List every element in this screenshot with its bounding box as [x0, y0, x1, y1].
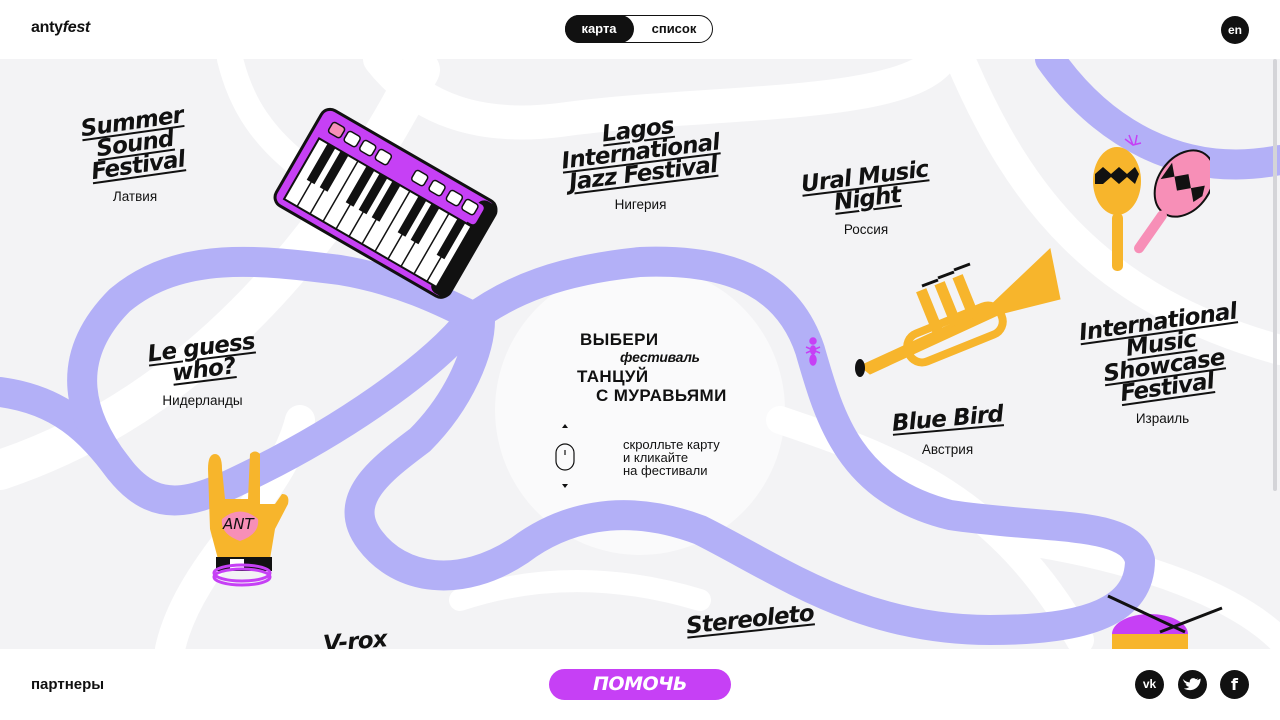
facebook-icon-label: f: [1231, 675, 1238, 694]
festival-name: Ural Music Night: [799, 156, 930, 216]
help-button[interactable]: ПОМОЧЬ: [549, 669, 731, 700]
vk-icon-label: vk: [1142, 677, 1157, 691]
festival-country: Россия: [843, 222, 889, 237]
logo-text-part2: fest: [62, 19, 91, 36]
view-toggle: карта список: [564, 14, 713, 43]
trumpet-illustration: [855, 248, 1061, 377]
vertical-scrollbar[interactable]: [1273, 59, 1277, 491]
festival-name: Summer Sound Festival: [79, 102, 187, 186]
festival-stereoleto[interactable]: Stereoleto: [680, 600, 820, 639]
footer: партнеры ПОМОЧЬ vk f: [0, 649, 1280, 720]
ant-icon: [805, 337, 821, 366]
partners-link[interactable]: партнеры: [31, 676, 104, 693]
maracas-illustration: [1093, 134, 1210, 271]
festival-blue-bird[interactable]: Blue Bird Австрия: [880, 401, 1015, 457]
festival-summer-sound[interactable]: Summer Sound Festival Латвия: [50, 102, 220, 204]
twitter-bird-glyph: [1182, 678, 1201, 691]
festival-name: Le guess who?: [146, 328, 257, 387]
festival-country: Нигерия: [614, 197, 667, 212]
festival-country: Латвия: [112, 189, 158, 204]
tagline-line1: ВЫБЕРИ: [580, 330, 659, 349]
festival-country: Нидерланды: [162, 393, 243, 408]
festival-international-music-showcase[interactable]: International Music Showcase Festival Из…: [1075, 298, 1250, 426]
language-switch-button[interactable]: en: [1221, 16, 1249, 44]
festival-name: Blue Bird: [890, 401, 1005, 437]
svg-text:ANT: ANT: [222, 515, 255, 533]
festival-country: Израиль: [1135, 411, 1190, 426]
festival-name: International Music Showcase Festival: [1077, 298, 1239, 408]
festival-ural-music-night[interactable]: Ural Music Night Россия: [796, 156, 936, 237]
facebook-icon[interactable]: f: [1220, 670, 1249, 699]
logo[interactable]: antyfest: [31, 19, 90, 37]
festival-lagos-jazz[interactable]: Lagos International Jazz Festival Нигери…: [558, 113, 723, 212]
tagline-line4: С МУРАВЬЯМИ: [596, 386, 727, 405]
tagline-line2: фестиваль: [620, 349, 700, 365]
tagline-line3: ТАНЦУЙ: [577, 367, 649, 386]
logo-text-part1: anty: [31, 19, 63, 36]
festival-v-rox[interactable]: V-rox: [310, 626, 400, 649]
list-view-tab[interactable]: список: [636, 15, 712, 43]
twitter-icon[interactable]: [1178, 670, 1207, 699]
festival-name: Lagos International Jazz Festival: [560, 112, 721, 196]
rock-hand-illustration: ANT: [208, 451, 289, 587]
header: antyfest карта список en: [0, 0, 1280, 59]
map-hint-text: скролльте карту и кликайте на фестивали: [623, 437, 720, 478]
drum-illustration: [1107, 594, 1223, 649]
festival-le-guess-who[interactable]: Le guess who? Нидерланды: [140, 329, 265, 408]
map-view-tab[interactable]: карта: [564, 14, 634, 43]
festival-name: V-rox: [322, 626, 388, 649]
festival-country: Австрия: [921, 442, 974, 457]
synthesizer-keyboard-illustration: [273, 107, 498, 299]
vk-icon[interactable]: vk: [1135, 670, 1164, 699]
mouse-scroll-icon: [555, 424, 575, 488]
